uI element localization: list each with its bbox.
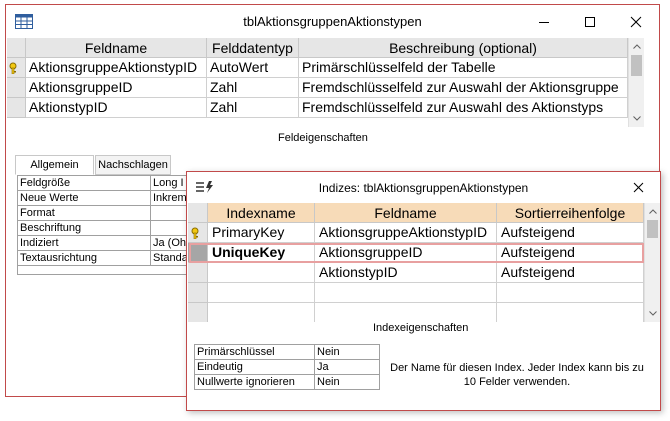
property-value[interactable]: Ja	[315, 360, 379, 375]
index-sort-cell[interactable]: Aufsteigend	[497, 263, 644, 283]
column-header-indexname[interactable]: Indexname	[208, 203, 315, 223]
property-value[interactable]: Nein	[315, 345, 379, 360]
index-field-cell[interactable]	[315, 303, 497, 322]
row-selector[interactable]	[7, 58, 26, 78]
index-grid-scrollbar[interactable]	[644, 203, 660, 322]
index-sort-cell[interactable]	[497, 303, 644, 322]
index-name-cell[interactable]	[208, 263, 315, 283]
close-button[interactable]	[616, 172, 660, 203]
index-grid: Indexname Feldname Sortierreihenfolge Pr…	[188, 203, 660, 322]
header-selector	[7, 38, 26, 58]
property-label: Nullwerte ignorieren	[195, 375, 315, 390]
scroll-up-button[interactable]	[629, 38, 645, 54]
chevron-up-icon	[633, 43, 641, 49]
property-label: Neue Werte	[18, 191, 151, 206]
minimize-icon	[539, 21, 549, 23]
property-label: Primärschlüssel	[195, 345, 315, 360]
title-bar[interactable]: tblAktionsgruppenAktionstypen	[6, 5, 659, 38]
dialog-title: Indizes: tblAktionsgruppenAktionstypen	[318, 181, 529, 195]
index-field-cell[interactable]: AktionsgruppeID	[315, 243, 497, 263]
field-description-cell[interactable]: Primärschlüsselfeld der Tabelle	[299, 58, 628, 78]
property-label: Textausrichtung	[18, 251, 151, 266]
row-selector[interactable]	[7, 78, 26, 98]
index-properties-sheet: Primärschlüssel Nein Eindeutig Ja Nullwe…	[194, 344, 380, 390]
index-field-cell[interactable]	[315, 283, 497, 303]
tab-allgemein[interactable]: Allgemein	[15, 155, 94, 175]
scroll-down-button[interactable]	[629, 110, 645, 126]
field-name-cell[interactable]: AktionstypID	[26, 98, 207, 118]
header-selector	[188, 203, 208, 223]
row-selector-selected[interactable]	[188, 243, 208, 263]
index-field-cell[interactable]: AktionsgruppeAktionstypID	[315, 223, 497, 243]
row-selector[interactable]	[188, 303, 208, 322]
scroll-thumb[interactable]	[631, 55, 642, 76]
index-help-text: Der Name für diesen Index. Jeder Index k…	[390, 362, 644, 388]
index-name-cell[interactable]	[208, 283, 315, 303]
minimize-button[interactable]	[521, 5, 567, 38]
index-property-row[interactable]: Eindeutig Ja	[195, 360, 379, 375]
close-icon	[633, 182, 643, 193]
column-header-sortierreihenfolge[interactable]: Sortierreihenfolge	[497, 203, 644, 223]
tab-nachschlagen[interactable]: Nachschlagen	[95, 155, 171, 175]
column-header-feldname[interactable]: Feldname	[315, 203, 497, 223]
property-label: Indiziert	[18, 236, 151, 251]
maximize-button[interactable]	[567, 5, 613, 38]
chevron-down-icon	[649, 310, 657, 316]
indexes-dialog: Indizes: tblAktionsgruppenAktionstypen I…	[186, 171, 661, 411]
index-sort-cell[interactable]: Aufsteigend	[497, 243, 644, 263]
property-label: Beschriftung	[18, 221, 151, 236]
field-name-cell[interactable]: AktionsgruppeAktionstypID	[26, 58, 207, 78]
field-name-cell[interactable]: AktionsgruppeID	[26, 78, 207, 98]
scroll-thumb[interactable]	[647, 220, 658, 238]
row-selector[interactable]	[188, 283, 208, 303]
field-grid: Feldname Felddatentyp Beschreibung (opti…	[7, 38, 644, 127]
property-label: Eindeutig	[195, 360, 315, 375]
index-field-cell[interactable]: AktionstypID	[315, 263, 497, 283]
scroll-down-button[interactable]	[645, 305, 661, 321]
property-label: Feldgröße	[18, 176, 151, 191]
column-header-feldname[interactable]: Feldname	[26, 38, 207, 58]
index-name-cell[interactable]: UniqueKey	[208, 243, 315, 263]
maximize-icon	[585, 16, 595, 27]
close-button[interactable]	[613, 5, 659, 38]
primary-key-icon	[9, 62, 17, 74]
index-sort-cell[interactable]: Aufsteigend	[497, 223, 644, 243]
primary-key-icon	[191, 227, 199, 239]
field-type-cell[interactable]: Zahl	[207, 98, 299, 118]
column-header-beschreibung[interactable]: Beschreibung (optional)	[299, 38, 628, 58]
row-selector[interactable]	[188, 223, 208, 243]
field-grid-scrollbar[interactable]	[628, 38, 644, 127]
index-name-cell[interactable]: PrimaryKey	[208, 223, 315, 243]
index-property-row[interactable]: Primärschlüssel Nein	[195, 345, 379, 360]
field-properties-label: Feldeigenschaften	[278, 132, 368, 144]
index-properties-label: Indexeigenschaften	[373, 322, 469, 334]
close-icon	[630, 16, 642, 27]
field-description-cell[interactable]: Fremdschlüsselfeld zur Auswahl des Aktio…	[299, 98, 628, 118]
property-label: Format	[18, 206, 151, 221]
chevron-down-icon	[633, 115, 641, 121]
field-type-cell[interactable]: Zahl	[207, 78, 299, 98]
row-selector[interactable]	[188, 263, 208, 283]
field-type-cell[interactable]: AutoWert	[207, 58, 299, 78]
chevron-up-icon	[649, 208, 657, 214]
row-selector[interactable]	[7, 98, 26, 118]
property-value[interactable]: Nein	[315, 375, 379, 390]
index-name-cell[interactable]	[208, 303, 315, 322]
scroll-up-button[interactable]	[645, 203, 661, 219]
column-header-felddatentyp[interactable]: Felddatentyp	[207, 38, 299, 58]
field-description-cell[interactable]: Fremdschlüsselfeld zur Auswahl der Aktio…	[299, 78, 628, 98]
index-property-row[interactable]: Nullwerte ignorieren Nein	[195, 375, 379, 390]
index-sort-cell[interactable]	[497, 283, 644, 303]
